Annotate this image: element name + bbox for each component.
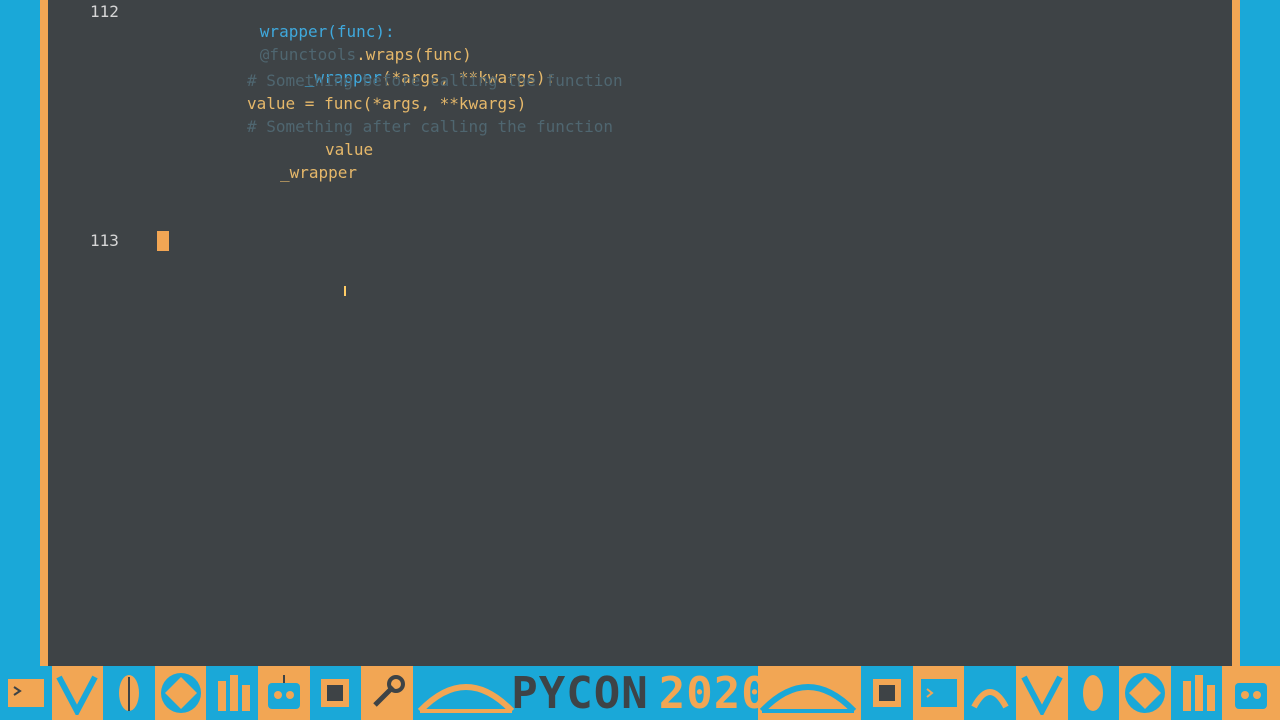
leaf-icon bbox=[1067, 666, 1120, 720]
wrench-icon bbox=[361, 666, 413, 720]
robot-icon bbox=[257, 666, 310, 720]
diamond-icon bbox=[154, 666, 207, 720]
code-return-wrapper[interactable]: _wrapper bbox=[280, 163, 357, 183]
left-frame-border bbox=[40, 0, 48, 666]
banner-title: PYCON 2020 bbox=[511, 666, 768, 720]
diamond-icon bbox=[1119, 666, 1171, 720]
terminal-snake-icon bbox=[0, 666, 52, 720]
left-margin bbox=[0, 0, 40, 666]
bridge-icon bbox=[754, 666, 862, 720]
chip-icon bbox=[861, 666, 913, 720]
bridge-icon bbox=[412, 666, 520, 720]
tower-icon bbox=[206, 666, 258, 720]
snake-icon bbox=[964, 666, 1017, 720]
mouse-ibeam-icon bbox=[344, 286, 346, 296]
screen: 112 wrapper(func): @functools.wraps(func… bbox=[0, 0, 1280, 720]
tower-icon bbox=[1170, 666, 1223, 720]
code-comment-after[interactable]: # Something after calling the function bbox=[247, 117, 613, 137]
robot-icon bbox=[1222, 666, 1280, 720]
code-return-value[interactable]: value bbox=[325, 140, 373, 160]
leaf-icon bbox=[103, 666, 155, 720]
line-number-112: 112 bbox=[90, 2, 119, 21]
banner-title-text: PYCON bbox=[511, 667, 649, 719]
pennant-icon bbox=[51, 666, 104, 720]
code-comment-before[interactable]: # Something before calling the function bbox=[247, 71, 623, 91]
banner-year-text: 2020 bbox=[658, 667, 769, 719]
code-editor[interactable]: 112 wrapper(func): @functools.wraps(func… bbox=[48, 0, 1232, 666]
line-number-113: 113 bbox=[90, 231, 119, 250]
text-cursor bbox=[157, 231, 169, 251]
chip-icon bbox=[309, 666, 362, 720]
right-frame-border bbox=[1232, 0, 1240, 666]
pennant-icon bbox=[1016, 666, 1068, 720]
right-margin bbox=[1240, 0, 1280, 666]
code-line-value[interactable]: value = func(*args, **kwargs) bbox=[247, 94, 526, 114]
terminal-window-icon bbox=[912, 666, 965, 720]
